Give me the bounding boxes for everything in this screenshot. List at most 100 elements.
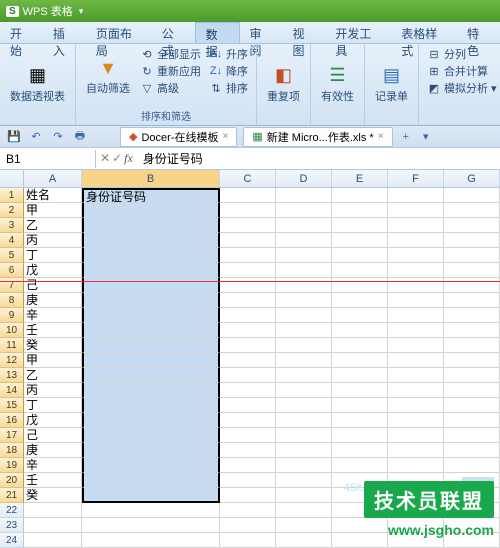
new-tab-button[interactable]: + [399,131,413,143]
cell[interactable] [220,188,276,203]
enter-icon[interactable]: ✓ [112,151,122,166]
cell[interactable]: 庚 [24,293,82,308]
row-header[interactable]: 13 [0,368,24,383]
cell[interactable] [332,188,388,203]
cell[interactable] [82,308,220,323]
cell[interactable]: 己 [24,428,82,443]
cell[interactable] [276,353,332,368]
cell[interactable] [276,218,332,233]
cell[interactable] [444,398,500,413]
cell[interactable] [276,398,332,413]
cell[interactable] [220,293,276,308]
cell[interactable] [82,518,220,533]
cell[interactable] [276,488,332,503]
menu-tab-6[interactable]: 视图 [282,22,325,43]
cell[interactable]: 姓名 [24,188,82,203]
menu-tab-4[interactable]: 数据 [195,22,240,43]
pivot-table-button[interactable]: ▦ 数据透视表 [6,46,69,121]
cell[interactable] [388,323,444,338]
sort-asc-button[interactable]: A↓升序 [207,46,250,62]
cell[interactable]: 丁 [24,248,82,263]
cell[interactable] [82,383,220,398]
menu-tab-7[interactable]: 开发工具 [325,22,391,43]
redo-icon[interactable]: ↷ [50,129,66,145]
cell[interactable] [444,323,500,338]
cell[interactable] [220,308,276,323]
row-header[interactable]: 1 [0,188,24,203]
cell[interactable]: 癸 [24,488,82,503]
col-header-D[interactable]: D [276,170,332,187]
cell[interactable] [82,443,220,458]
cell[interactable] [388,458,444,473]
cell[interactable]: 戊 [24,263,82,278]
consolidate-button[interactable]: ⊞合并计算 [425,63,499,79]
cell[interactable] [276,503,332,518]
sort-desc-button[interactable]: Z↓降序 [207,63,250,79]
row-header[interactable]: 20 [0,473,24,488]
row-header[interactable]: 4 [0,233,24,248]
cell[interactable] [444,293,500,308]
cell[interactable] [388,218,444,233]
row-header[interactable]: 22 [0,503,24,518]
form-button[interactable]: ▤ 记录单 [371,46,412,121]
cell[interactable] [444,188,500,203]
row-header[interactable]: 6 [0,263,24,278]
cell[interactable] [276,203,332,218]
cell[interactable] [444,428,500,443]
cell[interactable]: 丙 [24,383,82,398]
col-header-E[interactable]: E [332,170,388,187]
row-header[interactable]: 2 [0,203,24,218]
cell[interactable] [82,398,220,413]
cell[interactable] [220,443,276,458]
cell[interactable]: 戊 [24,413,82,428]
cell[interactable] [276,518,332,533]
cell[interactable] [220,473,276,488]
cell[interactable] [388,338,444,353]
cell[interactable] [332,533,388,548]
menu-tab-5[interactable]: 审阅 [240,22,283,43]
col-header-G[interactable]: G [444,170,500,187]
cell[interactable] [276,293,332,308]
menu-tab-0[interactable]: 开始 [0,22,43,43]
cell[interactable] [220,458,276,473]
cell[interactable] [82,428,220,443]
cell[interactable]: 癸 [24,338,82,353]
cell[interactable] [444,458,500,473]
cell[interactable] [220,413,276,428]
row-header[interactable]: 12 [0,353,24,368]
row-header[interactable]: 11 [0,338,24,353]
tab-list-button[interactable]: ▾ [419,130,433,143]
cancel-icon[interactable]: ✕ [100,151,110,166]
col-header-B[interactable]: B [82,170,220,187]
doc-tab-template[interactable]: ◆ Docer-在线模板 × [120,127,237,147]
cell[interactable] [388,188,444,203]
cell[interactable] [24,533,82,548]
name-box[interactable]: B1 [0,150,96,168]
cell[interactable] [276,473,332,488]
doc-tab-current[interactable]: ▦ 新建 Micro...作表.xls * × [243,127,392,147]
cell[interactable] [220,488,276,503]
cell[interactable] [276,308,332,323]
cell[interactable] [24,518,82,533]
cell[interactable] [444,353,500,368]
cell[interactable] [82,323,220,338]
row-header[interactable]: 16 [0,413,24,428]
cell[interactable]: 甲 [24,353,82,368]
undo-icon[interactable]: ↶ [28,129,44,145]
autofilter-button[interactable]: ▼ 自动筛选 [82,46,134,106]
cell[interactable] [82,488,220,503]
validation-button[interactable]: ☰ 有效性 [317,46,358,121]
cell[interactable] [82,503,220,518]
cell[interactable] [82,368,220,383]
cell[interactable] [276,443,332,458]
cell[interactable] [276,533,332,548]
cell[interactable] [82,338,220,353]
cell[interactable]: 乙 [24,218,82,233]
menu-tab-8[interactable]: 表格样式 [391,22,457,43]
row-header[interactable]: 24 [0,533,24,548]
cell[interactable] [82,233,220,248]
cell[interactable] [276,338,332,353]
row-header[interactable]: 5 [0,248,24,263]
cell[interactable] [332,518,388,533]
cell[interactable] [82,203,220,218]
